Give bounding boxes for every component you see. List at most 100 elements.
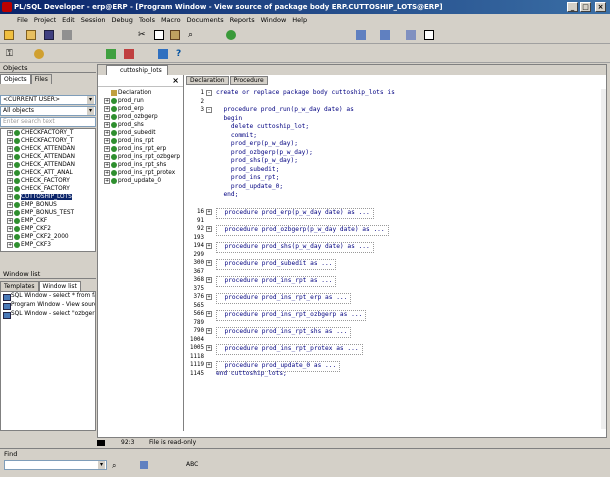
print-icon[interactable] — [62, 30, 72, 40]
cascade-icon[interactable] — [406, 30, 416, 40]
navigator-item[interactable]: + prod_update_0 — [98, 177, 183, 185]
tab-window-list[interactable]: Window list — [38, 281, 81, 291]
expand-icon[interactable]: + — [104, 138, 110, 144]
navigator-item[interactable]: + prod_run — [98, 97, 183, 105]
find-next-icon[interactable]: ⌕ — [112, 461, 116, 471]
fold-toggle-icon[interactable]: + — [206, 328, 212, 334]
expand-icon[interactable]: + — [7, 146, 13, 152]
tree-item[interactable]: + EMP_CKF2_2000 — [1, 233, 95, 241]
tree-item[interactable]: + EMP_CKF2 — [1, 225, 95, 233]
expand-icon[interactable]: + — [104, 98, 110, 104]
key-icon[interactable]: ⚿ — [6, 49, 16, 59]
navigator-item[interactable]: + prod_ins_rpt_ozbgerp — [98, 153, 183, 161]
tree-item[interactable]: + CHECK_ATTENDAN — [1, 153, 95, 161]
user-combo[interactable]: <CURRENT USER> — [0, 95, 96, 105]
maximize-button[interactable]: □ — [580, 2, 591, 12]
navigator-item[interactable]: + prod_ins_rpt — [98, 137, 183, 145]
window-icon[interactable] — [356, 30, 366, 40]
navigator-item[interactable]: + prod_shs — [98, 121, 183, 129]
tab-objects[interactable]: Objects — [0, 74, 31, 84]
expand-icon[interactable]: + — [7, 210, 13, 216]
expand-icon[interactable]: + — [7, 154, 13, 160]
navigator-item[interactable]: + prod_ozbgerp — [98, 113, 183, 121]
menu-item[interactable]: Help — [289, 14, 310, 26]
window-list-item[interactable]: SQL Window - select * from facd0 — [1, 292, 95, 301]
expand-icon[interactable]: + — [7, 226, 13, 232]
expand-icon[interactable]: + — [7, 138, 13, 144]
fold-toggle-icon[interactable]: + — [206, 243, 212, 249]
fold-toggle-icon[interactable]: + — [206, 226, 212, 232]
tile-icon[interactable] — [380, 30, 390, 40]
find-icon[interactable]: ⌕ — [188, 30, 198, 40]
menu-item[interactable]: Documents — [184, 14, 227, 26]
tab-declaration[interactable]: Declaration — [186, 76, 229, 85]
connect-icon[interactable] — [34, 49, 44, 59]
navigator-item[interactable]: + prod_erp — [98, 105, 183, 113]
minimize-button[interactable]: _ — [567, 2, 578, 12]
filter-combo[interactable]: All objects — [0, 106, 96, 116]
fold-toggle-icon[interactable]: + — [206, 209, 212, 215]
menu-item[interactable]: File — [14, 14, 31, 26]
execute-icon[interactable] — [106, 49, 116, 59]
expand-icon[interactable]: + — [104, 178, 110, 184]
expand-icon[interactable]: + — [7, 194, 13, 200]
menu-item[interactable]: Debug — [109, 14, 136, 26]
tree-item[interactable]: + CHECKFACTORY_T — [1, 137, 95, 145]
tree-item[interactable]: + CUTTOSHIP_LOTS — [1, 193, 95, 201]
expand-icon[interactable]: + — [104, 122, 110, 128]
match-case-icon[interactable]: ABC — [186, 461, 198, 468]
window-list-item[interactable]: SQL Window - select "ozbgerp" as c — [1, 310, 95, 319]
tab-procedure[interactable]: Procedure — [229, 76, 268, 85]
tab-cuttoship-lots[interactable]: cuttoship_lots — [106, 65, 168, 75]
tree-item[interactable]: + CHECK_FACTORY — [1, 185, 95, 193]
expand-icon[interactable]: + — [7, 186, 13, 192]
navigator-item[interactable]: + prod_ins_rpt_shs — [98, 161, 183, 169]
fold-toggle-icon[interactable]: + — [206, 294, 212, 300]
tab-files[interactable]: Files — [30, 74, 52, 84]
expand-icon[interactable]: + — [7, 170, 13, 176]
expand-icon[interactable]: + — [7, 162, 13, 168]
fold-toggle-icon[interactable]: + — [206, 345, 212, 351]
help-icon[interactable]: ? — [176, 49, 186, 59]
paste-icon[interactable] — [170, 30, 180, 40]
grid-icon[interactable] — [424, 30, 434, 40]
new-icon[interactable] — [4, 30, 14, 40]
expand-icon[interactable]: + — [104, 162, 110, 168]
fold-toggle-icon[interactable]: - — [206, 90, 212, 96]
tree-item[interactable]: + CHECK_ATTENDAN — [1, 145, 95, 153]
menu-item[interactable]: Tools — [136, 14, 158, 26]
tree-item[interactable]: + CHECK_ATT_ANAL — [1, 169, 95, 177]
navigator-item[interactable]: + prod_ins_rpt_protex — [98, 169, 183, 177]
tree-item[interactable]: + CHECK_FACTORY — [1, 177, 95, 185]
menu-item[interactable]: Session — [78, 14, 109, 26]
fold-toggle-icon[interactable]: - — [206, 107, 212, 113]
expand-icon[interactable]: + — [7, 242, 13, 248]
run-icon[interactable] — [226, 30, 236, 40]
menu-item[interactable]: Window — [258, 14, 290, 26]
expand-icon[interactable]: + — [7, 202, 13, 208]
menu-item[interactable]: Edit — [59, 14, 78, 26]
tree-item[interactable]: + CHECK_ATTENDAN — [1, 161, 95, 169]
save-icon[interactable] — [44, 30, 54, 40]
code-editor[interactable]: create or replace package body cuttoship… — [216, 89, 601, 437]
menu-item[interactable]: Macro — [158, 14, 184, 26]
cut-icon[interactable]: ✂ — [138, 30, 148, 40]
break-icon[interactable] — [124, 49, 134, 59]
expand-icon[interactable]: + — [104, 114, 110, 120]
window-list-item[interactable]: Program Window - View source of — [1, 301, 95, 310]
menu-item[interactable]: Reports — [227, 14, 258, 26]
tree-item[interactable]: + EMP_BONUS — [1, 201, 95, 209]
expand-icon[interactable]: + — [7, 178, 13, 184]
tree-item[interactable]: + EMP_CKF3 — [1, 241, 95, 249]
vertical-scrollbar[interactable] — [601, 89, 606, 429]
expand-icon[interactable]: + — [104, 146, 110, 152]
fold-toggle-icon[interactable]: + — [206, 362, 212, 368]
fold-toggle-icon[interactable]: + — [206, 260, 212, 266]
expand-icon[interactable]: + — [104, 170, 110, 176]
search-input[interactable]: Enter search text — [0, 117, 96, 127]
expand-icon[interactable]: + — [7, 218, 13, 224]
highlight-icon[interactable] — [140, 461, 148, 469]
expand-icon[interactable]: + — [104, 154, 110, 160]
fold-toggle-icon[interactable]: + — [206, 311, 212, 317]
tree-item[interactable]: + EMP_CKF — [1, 217, 95, 225]
